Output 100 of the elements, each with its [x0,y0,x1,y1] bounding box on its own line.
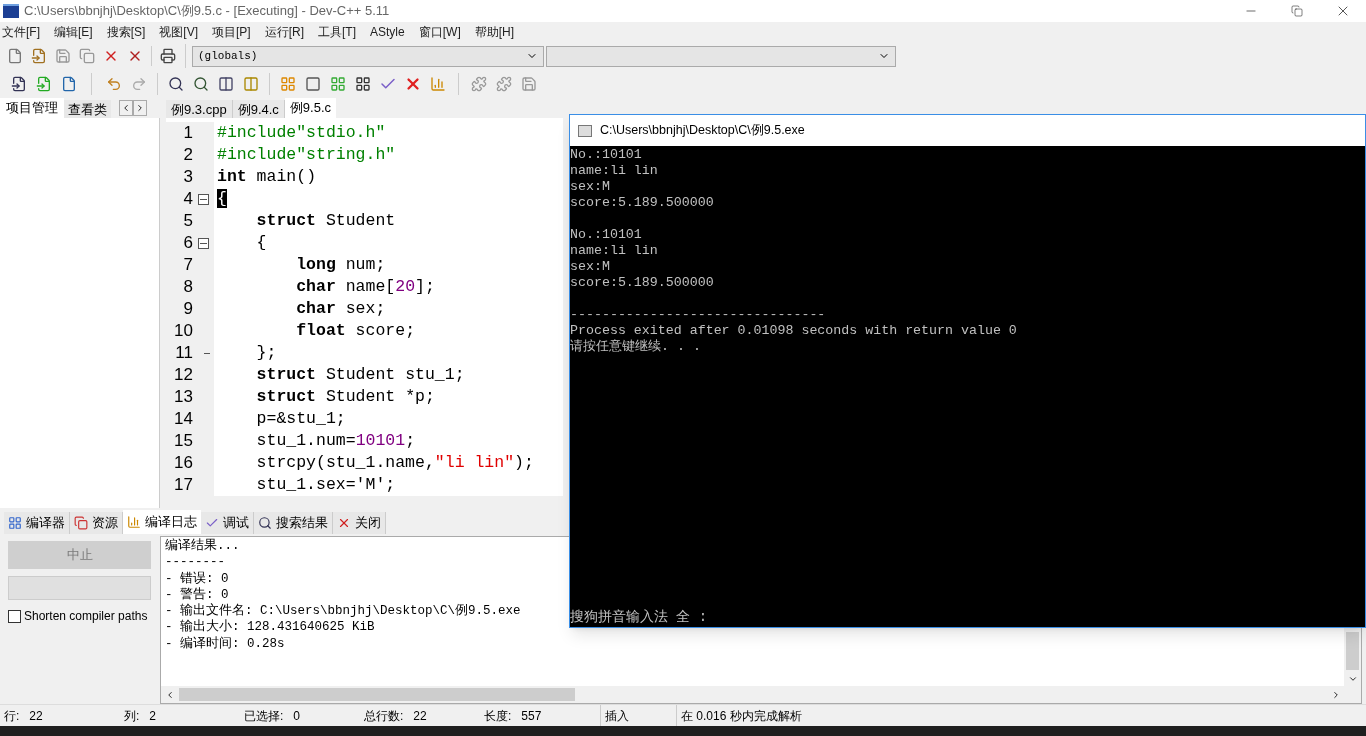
line-number: 8 [182,276,193,299]
menu-item[interactable]: 文件[F] [2,23,40,41]
console-line: No.:10101 [570,227,642,243]
status-label: 总行数: [364,707,404,725]
menu-item[interactable]: 窗口[W] [418,23,461,41]
line-number: 17 [173,474,193,496]
log-line: - 输出文件名: C:\Users\bbnjhj\Desktop\C\例9.5.exe [165,603,521,619]
menu-item[interactable]: 项目[P] [212,23,251,41]
status-label: 已选择: [244,707,284,725]
console-line: name:li lin [570,243,658,259]
menu-item[interactable]: AStyle [370,23,405,41]
log-line: 编译结果... [165,538,240,555]
console-line: sex:M [570,179,610,195]
fold-toggle-icon[interactable] [198,193,209,205]
code-line: char sex; [296,298,386,320]
bar-chart-icon [127,515,141,529]
line-number: 13 [173,386,193,409]
line-number: 2 [182,144,193,167]
code-line: #include"stdio.h" [217,122,386,144]
console-line: sex:M [570,259,610,275]
console-title: C:\Users\bbnjhj\Desktop\C\例9.5.exe [600,122,805,140]
status-label: 行: [4,707,20,725]
line-number: 11 [174,342,193,365]
status-value: 2 [149,707,157,725]
console-line: Process exited after 0.01098 seconds with return value 0 [570,323,1017,339]
scroll-right-button[interactable] [133,100,147,116]
line-number: 10 [173,320,193,343]
line-number: 7 [182,254,193,277]
line-number: 1 [182,122,193,145]
close-icon [337,516,351,530]
menu-item[interactable]: 工具[T] [318,23,357,41]
code-line: long num; [296,254,386,276]
chevron-left-icon [121,103,131,113]
chevron-right-icon [135,103,145,113]
log-line: - 编译时间: 0.28s [165,635,285,653]
line-number: 15 [173,430,193,453]
symbol-dropdown[interactable] [546,45,896,67]
ime-status: 搜狗拼音输入法 全 : [570,608,709,627]
code-line: stu_1.sex='M'; [256,474,396,496]
line-number: 3 [182,166,193,189]
panel-tab[interactable]: 查看类 [64,100,111,118]
status-label: 列: [124,707,140,725]
code-line: struct Student [256,210,396,232]
fold-toggle-icon[interactable] [198,237,209,249]
panel-tab[interactable]: 搜索结果 [254,512,333,534]
editor-tab[interactable]: 例9.3.cpp [166,100,233,118]
checkbox[interactable] [8,609,21,623]
console-app-icon [578,124,592,137]
panel-tab[interactable]: 关闭 [333,512,386,534]
code-line: { [256,232,267,254]
editor-tab[interactable]: 例9.4.c [232,100,285,118]
app-logo-icon [3,4,19,18]
copy-icon [74,516,88,530]
scrollbar-thumb[interactable] [1346,632,1359,670]
scope-dropdown[interactable]: (globals) [192,45,544,67]
panel-tab[interactable]: 项目管理 [0,98,64,118]
code-line: strcpy(stu_1.name,"li lin"); [256,452,534,474]
status-value: 0 [293,707,301,725]
check-icon [205,516,219,530]
panel-tab[interactable]: 编译器 [4,512,70,534]
line-number: 9 [182,298,193,321]
menu-item[interactable]: 运行[R] [264,23,305,41]
scroll-right-icon [1331,689,1341,700]
console-line: score:5.189.500000 [570,275,714,291]
console-line: No.:10101 [570,147,642,163]
menu-item[interactable]: 编辑[E] [54,23,93,41]
status-value: 557 [521,707,542,725]
code-line: int main() [217,166,317,188]
grid-icon [8,516,22,530]
line-number: 4 [182,188,193,211]
line-number: 5 [182,210,193,233]
scroll-down-icon[interactable] [1347,674,1358,684]
panel-tab[interactable]: 资源 [70,512,123,534]
panel-tab[interactable]: 调试 [201,512,254,534]
horizontal-scrollbar[interactable] [161,686,1361,703]
editor-tab[interactable]: 例9.5.c [284,98,337,118]
code-line: struct Student *p; [256,386,435,408]
status-label: 插入 [605,707,629,725]
log-line: - 警告: 0 [165,586,229,603]
window-title: C:\Users\bbnjhj\Desktop\C\例9.5.c - [Executing] - Dev-C++ 5.11 [24,2,390,21]
log-line: - 错误: 0 [165,570,229,587]
code-line: struct Student stu_1; [256,364,465,386]
code-line: float score; [296,320,416,342]
code-line: char name[20]; [296,276,435,298]
scroll-left-icon [165,689,175,700]
status-value: 22 [413,707,427,725]
status-value: 22 [29,707,43,725]
log-line: - 输出大小: 128.431640625 KiB [165,619,375,636]
scroll-left-button[interactable] [119,100,133,116]
menu-item[interactable]: 帮助[H] [474,23,515,41]
panel-tab[interactable]: 编译日志 [123,510,201,534]
console-line: 请按任意键继续. . . [570,339,701,355]
line-number: 12 [173,364,193,387]
console-line: -------------------------------- [570,307,826,323]
log-line: -------- [165,554,225,571]
menu-item[interactable]: 视图[V] [159,23,198,41]
status-label: 长度: [484,707,512,725]
code-line: }; [256,342,277,364]
menu-item[interactable]: 搜索[S] [106,23,146,41]
code-line: #include"string.h" [217,144,396,166]
